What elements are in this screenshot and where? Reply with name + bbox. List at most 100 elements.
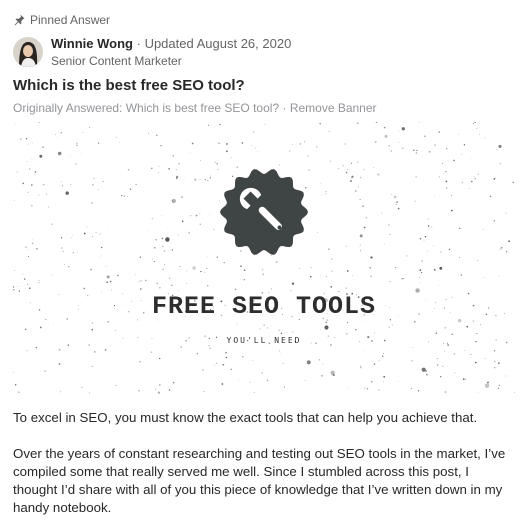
speckle-dot	[140, 280, 142, 282]
speckle-dot	[444, 350, 445, 352]
author-block: Winnie Wong · Updated August 26, 2020 Se…	[13, 36, 291, 69]
speckle-dot	[99, 233, 101, 235]
speckle-dot	[357, 161, 359, 163]
question-title[interactable]: Which is the best free SEO tool?	[13, 77, 245, 94]
author-separator: ·	[136, 36, 141, 51]
speckle-dot	[251, 145, 253, 146]
speckle-dot	[35, 346, 38, 349]
speckle-dot	[362, 205, 364, 207]
speckle-dot	[425, 370, 427, 372]
speckle-dot	[426, 373, 428, 376]
avatar[interactable]	[13, 37, 43, 67]
speckle-dot	[433, 269, 436, 271]
speckle-dot	[338, 231, 339, 233]
speckle-dot	[382, 355, 384, 357]
speckle-dot	[38, 281, 40, 283]
speckle-dot	[291, 143, 293, 145]
speckle-dot	[473, 123, 474, 125]
speckle-dot	[204, 179, 206, 181]
speckle-dot	[445, 187, 448, 189]
speckle-dot	[215, 362, 217, 364]
speckle-dot	[461, 181, 464, 184]
speckle-dot	[365, 217, 367, 219]
speckle-dot	[200, 270, 202, 273]
speckle-dot	[470, 354, 472, 355]
speckle-dot	[207, 124, 209, 126]
answer-paragraph: Over the years of constant researching a…	[13, 446, 506, 515]
speckle-dot	[60, 131, 63, 134]
banner-title: FREE SEO TOOLS	[151, 292, 377, 321]
speckle-dot	[14, 384, 17, 386]
speckle-dot	[89, 126, 91, 129]
speckle-dot	[377, 173, 380, 176]
speckle-dot	[439, 284, 440, 286]
speckle-dot	[307, 155, 309, 157]
speckle-dot	[321, 194, 323, 196]
speckle-dot	[514, 391, 515, 393]
speckle-dot	[321, 374, 323, 377]
speckle-dot	[243, 269, 246, 272]
speckle-dot	[13, 289, 15, 291]
speckle-dot	[375, 122, 378, 124]
speckle-dot	[439, 375, 442, 378]
speckle-dot	[454, 372, 456, 374]
speckle-dot	[175, 169, 177, 171]
speckle-dot	[363, 226, 366, 229]
speckle-dot	[373, 332, 375, 334]
author-updated-date[interactable]: Updated August 26, 2020	[145, 36, 292, 51]
speckle-dot	[445, 180, 448, 183]
speckle-dot	[162, 268, 164, 271]
originally-answered-link[interactable]: Originally Answered: Which is best free …	[13, 101, 279, 115]
speckle-dot	[483, 276, 485, 278]
speckle-dot	[27, 143, 29, 145]
speckle-dot	[252, 360, 254, 361]
speckle-dot	[477, 173, 479, 175]
speckle-dot	[270, 288, 273, 290]
speckle-dot	[209, 175, 211, 177]
speckle-dot	[207, 180, 209, 182]
speckle-dot	[159, 384, 161, 386]
speckle-dot	[459, 227, 461, 229]
speckle-dot	[383, 243, 385, 245]
author-name[interactable]: Winnie Wong	[51, 36, 133, 51]
speckle-dot	[61, 247, 63, 249]
speckle-dot	[203, 390, 205, 393]
speckle-dot	[453, 159, 455, 162]
speckle-dot	[109, 280, 112, 283]
speckle-dot	[152, 132, 154, 133]
speckle-dot	[477, 259, 479, 261]
speckle-dot	[242, 356, 244, 358]
speckle-dot	[161, 237, 164, 240]
originally-answered-line: Originally Answered: Which is best free …	[13, 101, 377, 115]
speckle-dot	[424, 135, 426, 137]
speckle-dot	[151, 167, 153, 170]
speckle-dot	[160, 145, 162, 147]
speckle-dot	[395, 266, 397, 268]
speckle-dot	[25, 138, 28, 140]
speckle-dot	[127, 196, 128, 197]
speckle-dot	[310, 266, 313, 269]
speckle-dot	[191, 142, 194, 145]
speckle-dot	[249, 381, 251, 383]
speckle-dot	[494, 367, 496, 369]
speckle-dot	[328, 131, 330, 132]
speckle-dot	[253, 391, 255, 393]
speckle-dot	[388, 326, 391, 329]
speckle-dot	[304, 380, 306, 382]
speckle-dot	[22, 273, 24, 275]
speckle-dot	[168, 168, 170, 170]
speckle-texture	[13, 122, 515, 394]
speckle-dot	[172, 381, 175, 384]
speckle-dot	[38, 279, 40, 281]
speckle-dot	[389, 234, 391, 236]
speckle-dot	[470, 180, 473, 183]
speckle-dot	[42, 146, 44, 148]
speckle-dot	[398, 130, 400, 132]
speckle-dot	[435, 332, 437, 334]
speckle-dot	[484, 383, 490, 388]
speckle-dot	[115, 330, 116, 331]
remove-banner-link[interactable]: Remove Banner	[290, 101, 377, 115]
speckle-dot	[419, 269, 422, 271]
speckle-dot	[107, 320, 110, 323]
banner-subtitle: YOU'LL NEED	[226, 336, 302, 345]
